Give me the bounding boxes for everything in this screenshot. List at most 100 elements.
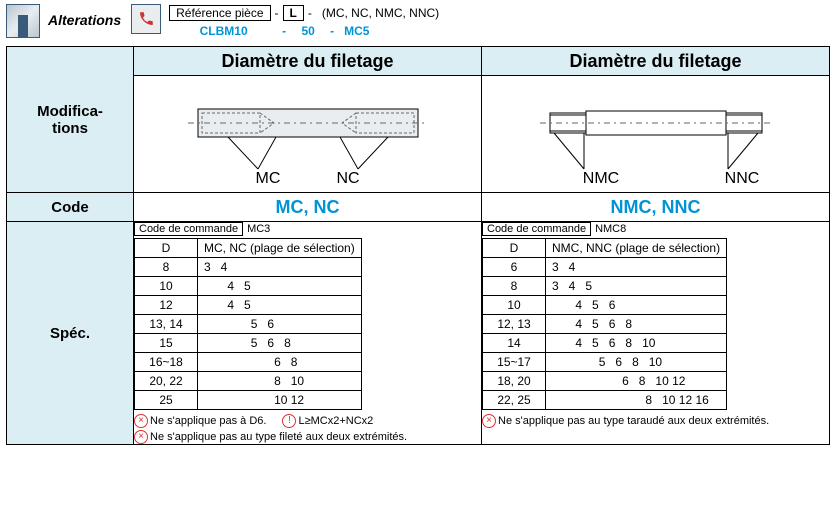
spec-left-cmd: Code de commande MC3: [134, 222, 481, 236]
d-cell: 6: [483, 258, 546, 277]
sep: -: [304, 6, 316, 20]
range-cell: 5 6: [198, 315, 362, 334]
spec-left: Code de commande MC3 D MC, NC (plage de s…: [134, 222, 482, 445]
table-row: 10 4 5: [135, 277, 362, 296]
d-cell: 14: [483, 334, 546, 353]
range-cell: 4 5 6 8 10: [546, 334, 727, 353]
sep: -: [271, 6, 283, 20]
spec-left-table: D MC, NC (plage de sélection) 83 4 10 4 …: [134, 238, 362, 410]
spec-left-col-d: D: [135, 239, 198, 258]
code-header: Code: [7, 193, 134, 222]
d-cell: 22, 25: [483, 391, 546, 410]
note-text: L≥MCx2+NCx2: [298, 415, 373, 427]
spec-right: Code de commande NMC8 D NMC, NNC (plage d…: [482, 222, 830, 445]
note-icon: ×: [482, 414, 496, 428]
spec-right-col-d: D: [483, 239, 546, 258]
d-cell: 8: [135, 258, 198, 277]
note-text: Ne s'applique pas à D6.: [150, 415, 266, 427]
ref-example-part: CLBM10: [169, 24, 278, 38]
range-cell: 8 10 12 16: [546, 391, 727, 410]
spec-right-notes: ×Ne s'applique pas au type taraudé aux d…: [482, 414, 829, 428]
note-icon: ×: [134, 414, 148, 428]
table-row: 83 4: [135, 258, 362, 277]
cmd-example: MC3: [247, 223, 270, 235]
ref-piece-label: Référence pièce: [169, 5, 270, 21]
table-row: 13, 14 5 6: [135, 315, 362, 334]
spec-right-col-range: NMC, NNC (plage de sélection): [546, 239, 727, 258]
diam-header-left: Diamètre du filetage: [134, 47, 482, 76]
spec-left-col-range: MC, NC (plage de sélection): [198, 239, 362, 258]
alterations-bar: Alterations Référence pièce - L - (MC, N…: [0, 0, 836, 44]
cmd-example: NMC8: [595, 223, 626, 235]
range-cell: 4 5: [198, 277, 362, 296]
d-cell: 15: [135, 334, 198, 353]
note-text: Ne s'applique pas au type taraudé aux de…: [498, 415, 769, 427]
diagram-right: NMC NNC: [482, 76, 830, 193]
reference-block: Référence pièce - L - (MC, NC, NMC, NNC)…: [169, 4, 445, 40]
sep: -: [326, 24, 338, 38]
table-row: 10 4 5 6: [483, 296, 727, 315]
diagram-label-nc: NC: [336, 170, 359, 187]
d-cell: 16~18: [135, 353, 198, 372]
spec-header: Spéc.: [7, 222, 134, 445]
d-cell: 20, 22: [135, 372, 198, 391]
alterations-label: Alterations: [48, 4, 121, 36]
ref-codes-hint: (MC, NC, NMC, NNC): [316, 6, 445, 20]
table-row: 15 5 6 8: [135, 334, 362, 353]
range-cell: 8 10: [198, 372, 362, 391]
range-cell: 3 4: [198, 258, 362, 277]
spec-right-cmd: Code de commande NMC8: [482, 222, 829, 236]
modifications-header: Modifica- tions: [7, 47, 134, 193]
range-cell: 4 5 6: [546, 296, 727, 315]
ref-example-code: MC5: [338, 24, 375, 38]
d-cell: 12, 13: [483, 315, 546, 334]
note-icon: !: [282, 414, 296, 428]
table-row: 12 4 5: [135, 296, 362, 315]
d-cell: 8: [483, 277, 546, 296]
cmd-label: Code de commande: [482, 222, 591, 236]
main-table: Modifica- tions Diamètre du filetage Dia…: [6, 46, 830, 445]
sep: -: [278, 24, 290, 38]
d-cell: 18, 20: [483, 372, 546, 391]
table-row: 18, 20 6 8 10 12: [483, 372, 727, 391]
table-row: 63 4: [483, 258, 727, 277]
table-row: 25 10 12: [135, 391, 362, 410]
diagram-label-nmc: NMC: [582, 170, 618, 187]
ref-L-label: L: [283, 5, 304, 21]
range-cell: 10 12: [198, 391, 362, 410]
d-cell: 10: [483, 296, 546, 315]
table-row: 15~17 5 6 8 10: [483, 353, 727, 372]
range-cell: 5 6 8 10: [546, 353, 727, 372]
range-cell: 5 6 8: [198, 334, 362, 353]
ref-example-L: 50: [290, 24, 326, 38]
spec-right-table: D NMC, NNC (plage de sélection) 63 4 83 …: [482, 238, 727, 410]
diagram-label-mc: MC: [255, 170, 280, 187]
d-cell: 10: [135, 277, 198, 296]
range-cell: 3 4: [546, 258, 727, 277]
diam-header-right: Diamètre du filetage: [482, 47, 830, 76]
diagram-label-nnc: NNC: [724, 170, 759, 187]
range-cell: 4 5 6 8: [546, 315, 727, 334]
code-right: NMC, NNC: [482, 193, 830, 222]
range-cell: 4 5: [198, 296, 362, 315]
code-left: MC, NC: [134, 193, 482, 222]
phone-icon: [131, 4, 161, 34]
spec-left-notes: ×Ne s'applique pas à D6. !L≥MCx2+NCx2 ×N…: [134, 414, 481, 444]
table-row: 16~18 6 8: [135, 353, 362, 372]
cmd-label: Code de commande: [134, 222, 243, 236]
diagram-left: MC NC: [134, 76, 482, 193]
table-row: 83 4 5: [483, 277, 727, 296]
note-icon: ×: [134, 430, 148, 444]
table-row: 14 4 5 6 8 10: [483, 334, 727, 353]
table-row: 22, 25 8 10 12 16: [483, 391, 727, 410]
d-cell: 25: [135, 391, 198, 410]
alterations-icon: [6, 4, 40, 38]
d-cell: 12: [135, 296, 198, 315]
table-row: 20, 22 8 10: [135, 372, 362, 391]
d-cell: 13, 14: [135, 315, 198, 334]
range-cell: 6 8 10 12: [546, 372, 727, 391]
range-cell: 3 4 5: [546, 277, 727, 296]
note-text: Ne s'applique pas au type fileté aux deu…: [150, 431, 407, 443]
range-cell: 6 8: [198, 353, 362, 372]
table-row: 12, 13 4 5 6 8: [483, 315, 727, 334]
